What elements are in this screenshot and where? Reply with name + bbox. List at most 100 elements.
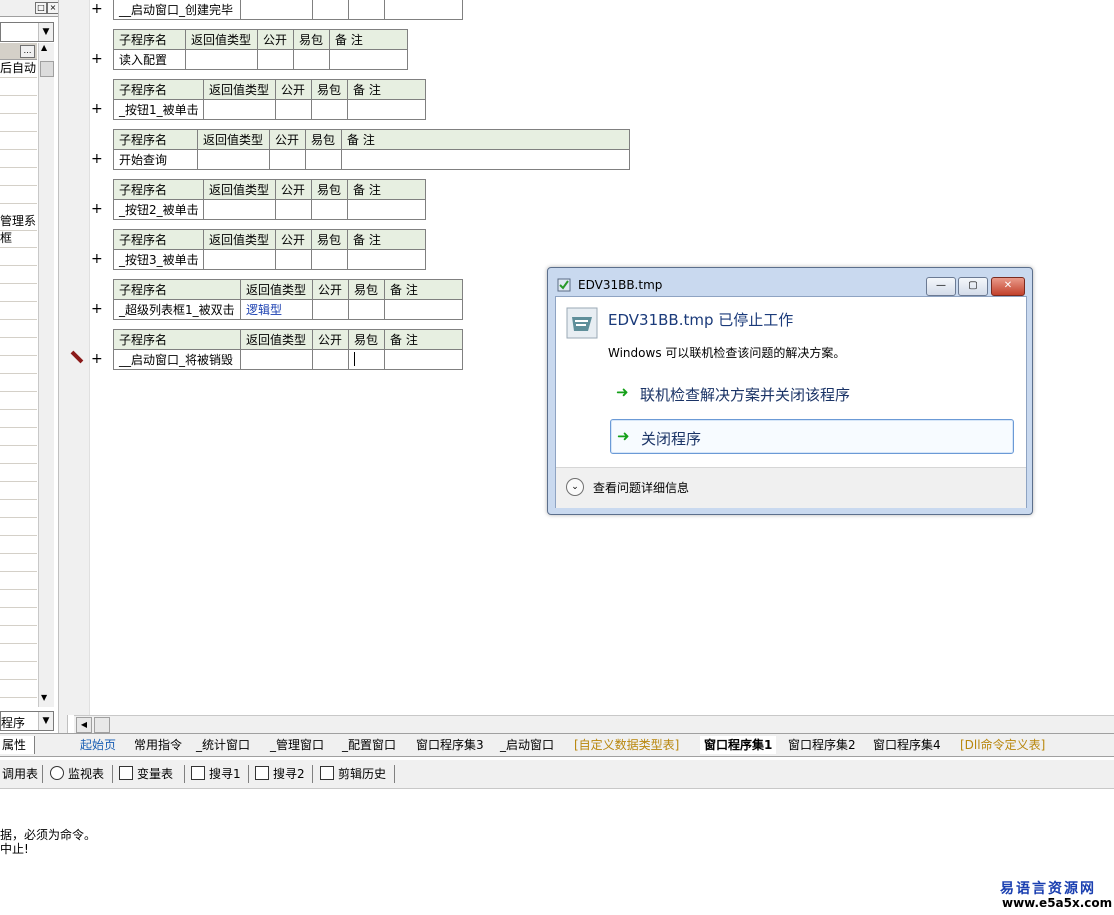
call-table-button[interactable]: 调用表 xyxy=(2,765,38,783)
tab-0[interactable]: 起始页 xyxy=(80,736,116,754)
expand-icon[interactable]: + xyxy=(91,251,103,267)
more-button[interactable]: … xyxy=(20,45,35,58)
output-line: 中止! xyxy=(0,842,29,856)
proc-name[interactable]: _超级列表框1_被双击 xyxy=(113,299,241,320)
property-row[interactable] xyxy=(0,266,37,284)
property-row[interactable] xyxy=(0,590,37,608)
property-row[interactable] xyxy=(0,428,37,446)
property-row[interactable] xyxy=(0,356,37,374)
scroll-left-icon[interactable]: ◀ xyxy=(76,717,92,733)
property-row[interactable] xyxy=(0,96,37,114)
tab-8-active[interactable]: 窗口程序集1 xyxy=(700,736,777,754)
col-header: 备 注 xyxy=(384,279,463,300)
property-row[interactable]: 后自动 xyxy=(0,60,37,78)
property-row[interactable] xyxy=(0,644,37,662)
property-row[interactable] xyxy=(0,78,37,96)
property-row[interactable] xyxy=(0,464,37,482)
property-row[interactable] xyxy=(0,248,37,266)
output-panel[interactable]: 据，必须为命令。 中止! 易语言资源网 www.e5a5x.com xyxy=(0,790,1114,915)
proc-name[interactable]: _按钮1_被单击 xyxy=(113,99,204,120)
col-header: 子程序名 xyxy=(113,279,241,300)
proc-name[interactable]: _按钮3_被单击 xyxy=(113,249,204,270)
property-row[interactable] xyxy=(0,114,37,132)
tab-2[interactable]: _统计窗口 xyxy=(196,736,250,754)
property-row[interactable] xyxy=(0,608,37,626)
watch-button[interactable]: 监视表 xyxy=(50,765,104,783)
maximize-button[interactable]: ▢ xyxy=(958,277,988,296)
tab-9[interactable]: 窗口程序集2 xyxy=(788,736,856,754)
search1-button[interactable]: 搜寻1 xyxy=(191,765,241,783)
proc-name[interactable]: _按钮2_被单击 xyxy=(113,199,204,220)
return-type[interactable]: 逻辑型 xyxy=(240,299,313,320)
variables-button[interactable]: 变量表 xyxy=(119,765,173,783)
property-row[interactable] xyxy=(0,186,37,204)
tab-properties[interactable]: 属性 xyxy=(0,736,35,754)
expand-icon[interactable]: + xyxy=(91,301,103,317)
property-row[interactable] xyxy=(0,392,37,410)
scroll-thumb[interactable] xyxy=(94,717,110,733)
tab-3[interactable]: _管理窗口 xyxy=(270,736,324,754)
tab-5[interactable]: 窗口程序集3 xyxy=(416,736,484,754)
search-list-icon xyxy=(255,766,269,780)
property-row[interactable] xyxy=(0,554,37,572)
scroll-up-icon[interactable]: ▲ xyxy=(41,43,47,52)
properties-scrollbar[interactable]: ▲ ▼ xyxy=(38,43,54,707)
tab-1[interactable]: 常用指令 xyxy=(134,736,182,754)
col-header: 公开 xyxy=(275,179,312,200)
property-row[interactable] xyxy=(0,662,37,680)
check-online-label: 联机检查解决方案并关闭该程序 xyxy=(640,386,851,404)
tab-7[interactable]: [自定义数据类型表] xyxy=(574,736,679,754)
property-row[interactable] xyxy=(0,338,37,356)
expand-icon[interactable]: + xyxy=(91,351,103,367)
property-row[interactable]: 框 xyxy=(0,230,37,248)
check-online-option[interactable]: ➜ 联机检查解决方案并关闭该程序 xyxy=(610,377,1014,409)
property-row[interactable] xyxy=(0,500,37,518)
scroll-thumb[interactable] xyxy=(40,61,54,77)
clip-history-button[interactable]: 剪辑历史 xyxy=(320,765,386,783)
text-cursor-cell[interactable] xyxy=(348,349,385,370)
property-row[interactable] xyxy=(0,410,37,428)
object-combo[interactable]: ▼ xyxy=(0,22,54,42)
chevron-down-icon[interactable]: ▼ xyxy=(38,23,53,41)
property-row[interactable] xyxy=(0,482,37,500)
property-row[interactable] xyxy=(0,518,37,536)
scroll-down-icon[interactable]: ▼ xyxy=(41,693,47,702)
close-button[interactable]: ✕ xyxy=(991,277,1025,296)
proc-name[interactable]: 读入配置 xyxy=(113,49,186,70)
property-row[interactable] xyxy=(0,320,37,338)
minimize-button[interactable]: — xyxy=(926,277,956,296)
horizontal-scrollbar[interactable]: ◀ xyxy=(74,715,1114,733)
chevron-down-icon[interactable]: ⌄ xyxy=(566,478,584,496)
close-program-option[interactable]: ➜ 关闭程序 xyxy=(610,419,1014,454)
property-row[interactable] xyxy=(0,374,37,392)
property-row[interactable] xyxy=(0,536,37,554)
tab-10[interactable]: 窗口程序集4 xyxy=(873,736,941,754)
search2-button[interactable]: 搜寻2 xyxy=(255,765,305,783)
property-row[interactable] xyxy=(0,284,37,302)
expand-icon[interactable]: + xyxy=(91,201,103,217)
property-row[interactable] xyxy=(0,168,37,186)
property-row[interactable] xyxy=(0,446,37,464)
property-row[interactable] xyxy=(0,680,37,698)
restore-icon[interactable]: □ xyxy=(35,2,47,14)
property-row[interactable] xyxy=(0,132,37,150)
proc-name[interactable]: __启动窗口_将被销毁 xyxy=(113,349,241,370)
expand-icon[interactable]: + xyxy=(91,51,103,67)
proc-name[interactable]: 开始查询 xyxy=(113,149,198,170)
event-combo[interactable]: 程序 ▼ xyxy=(0,711,54,731)
property-row[interactable] xyxy=(0,626,37,644)
tab-6[interactable]: _启动窗口 xyxy=(500,736,554,754)
property-row[interactable] xyxy=(0,150,37,168)
details-link[interactable]: 查看问题详细信息 xyxy=(593,479,689,496)
property-row[interactable] xyxy=(0,302,37,320)
tab-11[interactable]: [Dll命令定义表] xyxy=(960,736,1045,754)
chevron-down-icon[interactable]: ▼ xyxy=(38,712,53,730)
expand-icon[interactable]: + xyxy=(91,1,103,17)
proc-name[interactable]: __启动窗口_创建完毕 xyxy=(113,0,241,20)
property-row[interactable] xyxy=(0,572,37,590)
expand-icon[interactable]: + xyxy=(91,151,103,167)
col-header: 子程序名 xyxy=(113,29,186,50)
tab-4[interactable]: _配置窗口 xyxy=(342,736,396,754)
property-row[interactable]: 管理系 xyxy=(0,213,37,231)
expand-icon[interactable]: + xyxy=(91,101,103,117)
